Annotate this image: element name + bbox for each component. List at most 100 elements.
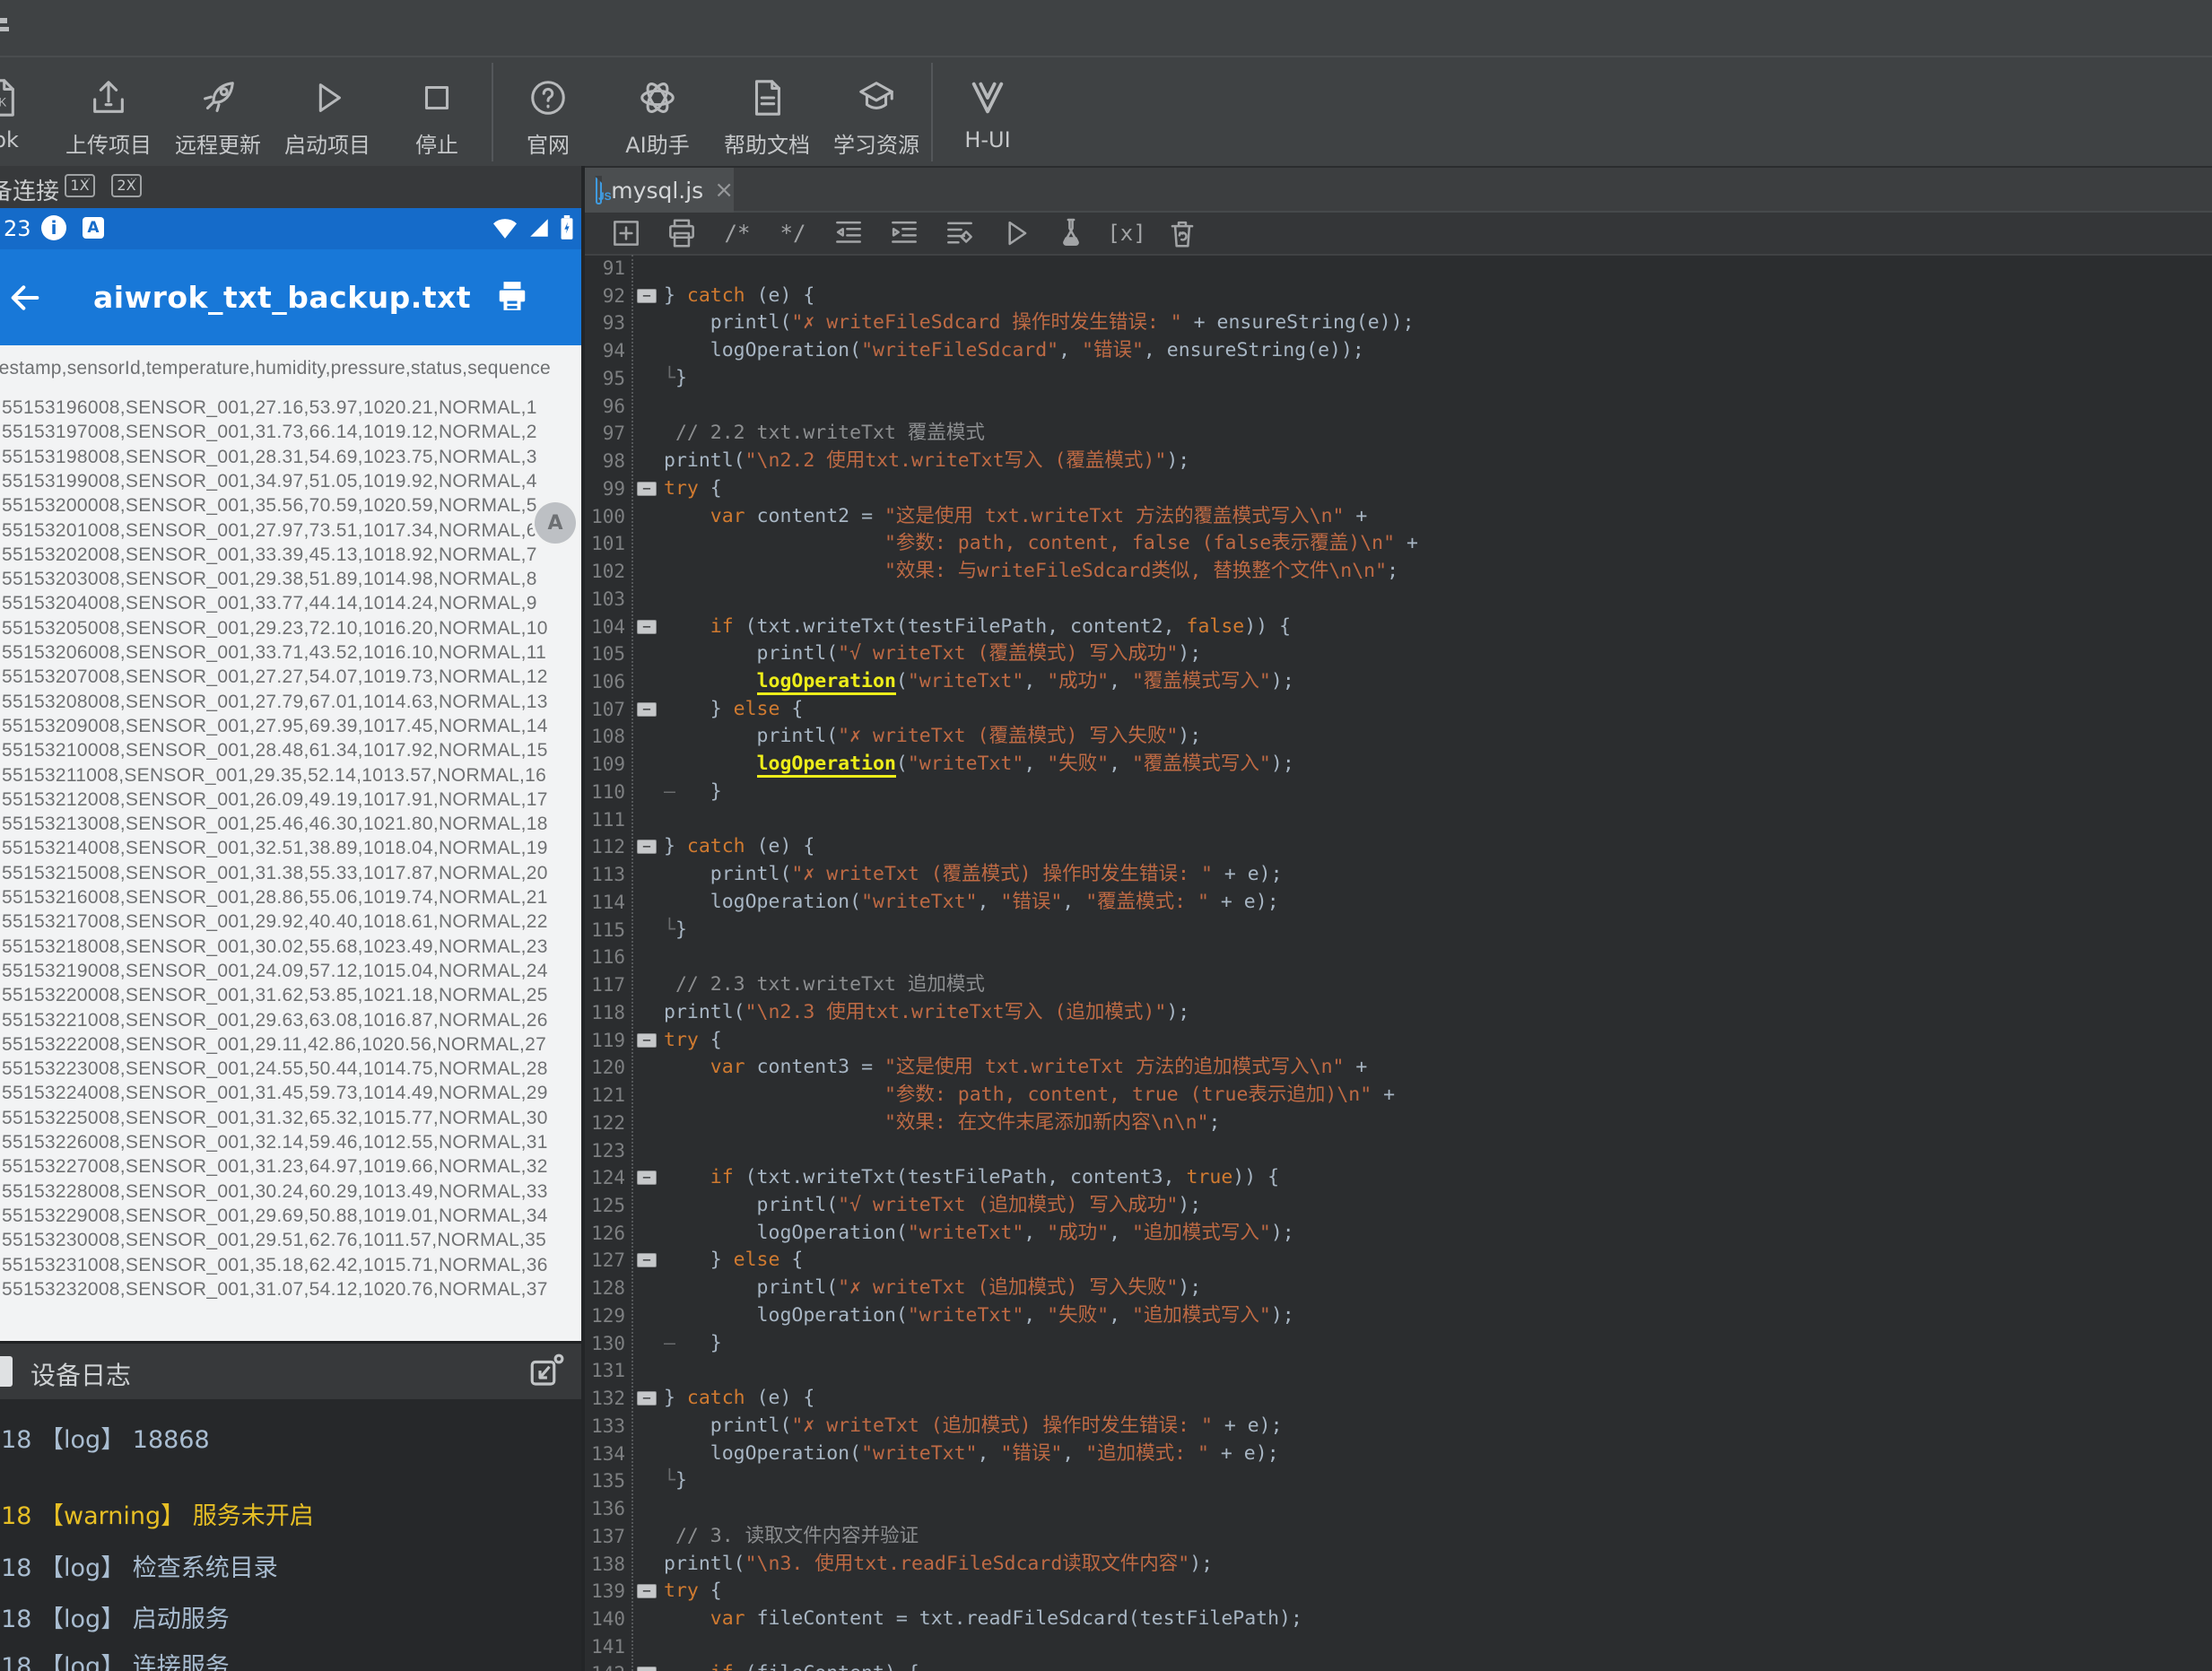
code-line[interactable]: 127− } else {: [585, 1247, 2212, 1275]
code-line[interactable]: 129 logOperation("writeTxt", "失败", "追加模式…: [585, 1302, 2212, 1330]
code-line[interactable]: 141: [585, 1633, 2212, 1661]
code-line[interactable]: 134 logOperation("writeTxt", "错误", "追加模式…: [585, 1440, 2212, 1468]
fold-marker-icon[interactable]: −: [637, 840, 657, 855]
code-line[interactable]: 137 // 3. 读取文件内容并验证: [585, 1523, 2212, 1551]
new-file-button[interactable]: [608, 215, 644, 251]
code-line[interactable]: 131: [585, 1357, 2212, 1385]
code-line[interactable]: 117 // 2.3 txt.writeTxt 追加模式: [585, 971, 2212, 999]
learning-resources-button[interactable]: 学习资源: [822, 57, 931, 163]
code-line[interactable]: 115 └}: [585, 917, 2212, 944]
tab-close-icon[interactable]: ×: [714, 178, 734, 202]
code-line[interactable]: 110 – }: [585, 779, 2212, 806]
device-log-panel[interactable]: :18 【log】 18868:18 【warning】 服务未开启:18 【l…: [0, 1399, 581, 1671]
code-text: logOperation("writeTxt", "失败", "追加模式写入")…: [664, 1303, 1294, 1327]
code-line[interactable]: 96: [585, 393, 2212, 421]
code-line[interactable]: 125 printl("√ writeTxt (追加模式) 写入成功");: [585, 1192, 2212, 1220]
code-line[interactable]: 120 var content3 = "这是使用 txt.writeTxt 方法…: [585, 1054, 2212, 1082]
code-area[interactable]: 91 92−} catch (e) {93 printl("✗ writeFile…: [585, 255, 2212, 1671]
code-line[interactable]: 113 printl("✗ writeTxt (覆盖模式) 操作时发生错误: "…: [585, 861, 2212, 889]
code-line[interactable]: 92−} catch (e) {: [585, 283, 2212, 310]
tab-mysql-js[interactable]: JS mysql.js ×: [585, 168, 734, 213]
fold-marker-icon[interactable]: −: [637, 481, 657, 496]
code-line[interactable]: 94 logOperation("writeFileSdcard", "错误",…: [585, 337, 2212, 365]
code-line[interactable]: 104− if (txt.writeTxt(testFilePath, cont…: [585, 614, 2212, 641]
code-line[interactable]: 106 logOperation("writeTxt", "成功", "覆盖模式…: [585, 668, 2212, 696]
apk-button[interactable]: PK apk: [0, 57, 54, 163]
code-line[interactable]: 93 printl("✗ writeFileSdcard 操作时发生错误: " …: [585, 309, 2212, 337]
format-code-button[interactable]: [942, 215, 978, 251]
code-line[interactable]: 91: [585, 255, 2212, 283]
code-line[interactable]: 130 – }: [585, 1330, 2212, 1358]
code-line[interactable]: 133 printl("✗ writeTxt (追加模式) 操作时发生错误: "…: [585, 1413, 2212, 1440]
code-line[interactable]: 136: [585, 1495, 2212, 1523]
fold-marker-icon[interactable]: −: [637, 288, 657, 303]
fold-marker-icon[interactable]: −: [637, 1032, 657, 1048]
line-number: 98: [602, 450, 625, 473]
scroll-lock-icon[interactable]: [0, 1356, 13, 1387]
clear-button[interactable]: [1164, 215, 1200, 251]
code-line[interactable]: 107− } else {: [585, 696, 2212, 724]
code-line[interactable]: 105 printl("√ writeTxt (覆盖模式) 写入成功");: [585, 640, 2212, 668]
code-line[interactable]: 121 "参数: path, content, true (true表示追加)\…: [585, 1082, 2212, 1110]
upload-project-button[interactable]: 上传项目: [54, 57, 163, 163]
run-button[interactable]: [997, 215, 1033, 251]
code-line[interactable]: 97 // 2.2 txt.writeTxt 覆盖模式: [585, 420, 2212, 448]
indent-button[interactable]: [886, 215, 922, 251]
line-number: 125: [591, 1194, 625, 1216]
variable-button[interactable]: [x]: [1107, 215, 1145, 251]
code-line[interactable]: 135 └}: [585, 1467, 2212, 1495]
code-line[interactable]: 138 printl("\n3. 使用txt.readFileSdcard读取文件…: [585, 1551, 2212, 1579]
fold-marker-icon[interactable]: −: [637, 619, 657, 634]
outdent-button[interactable]: [831, 215, 867, 251]
code-line[interactable]: 109 logOperation("writeTxt", "失败", "覆盖模式…: [585, 751, 2212, 779]
code-line[interactable]: 101 "参数: path, content, false (false表示覆盖…: [585, 530, 2212, 558]
code-line[interactable]: 108 printl("✗ writeTxt (覆盖模式) 写入失败");: [585, 723, 2212, 751]
print-button[interactable]: [664, 215, 700, 251]
code-line[interactable]: 98 printl("\n2.2 使用txt.writeTxt写入 (覆盖模式)"…: [585, 448, 2212, 475]
code-line[interactable]: 128 printl("✗ writeTxt (追加模式) 写入失败");: [585, 1275, 2212, 1302]
remote-update-button[interactable]: 远程更新: [163, 57, 273, 163]
popout-icon[interactable]: [527, 1353, 565, 1390]
scale-2x-button[interactable]: 2X ··: [111, 173, 142, 197]
phone-mirror[interactable]: 23 i A aiwrok_txt_backup.txt timestamp,s…: [0, 208, 581, 1510]
help-docs-button[interactable]: 帮助文档: [712, 57, 822, 163]
fold-marker-icon[interactable]: −: [637, 1667, 657, 1671]
fold-marker-icon[interactable]: −: [637, 1584, 657, 1599]
code-line[interactable]: 116: [585, 944, 2212, 971]
start-project-button[interactable]: 启动项目: [273, 57, 382, 163]
code-line[interactable]: 95 └}: [585, 365, 2212, 393]
assistive-ball-icon[interactable]: A: [532, 500, 579, 546]
fold-marker-icon[interactable]: −: [637, 1171, 657, 1186]
comment-open-button[interactable]: /*: [719, 215, 755, 251]
code-line[interactable]: 111: [585, 806, 2212, 834]
comment-close-button[interactable]: */: [775, 215, 811, 251]
code-line[interactable]: 122 "效果: 在文件末尾添加新内容\n\n";: [585, 1110, 2212, 1137]
csv-viewer[interactable]: timestamp,sensorId,temperature,humidity,…: [0, 345, 581, 1341]
code-line[interactable]: 102 "效果: 与writeFileSdcard类似, 替换整个文件\n\n"…: [585, 558, 2212, 586]
test-button[interactable]: [1053, 215, 1089, 251]
code-line[interactable]: 99− try {: [585, 475, 2212, 503]
code-line[interactable]: 118 printl("\n2.3 使用txt.writeTxt写入 (追加模式)…: [585, 999, 2212, 1027]
fold-marker-icon[interactable]: −: [637, 1391, 657, 1406]
code-line[interactable]: 140 var fileContent = txt.readFileSdcard…: [585, 1606, 2212, 1633]
code-line[interactable]: 124− if (txt.writeTxt(testFilePath, cont…: [585, 1164, 2212, 1192]
code-line[interactable]: 103: [585, 586, 2212, 614]
print-icon[interactable]: [495, 279, 529, 313]
fold-marker-icon[interactable]: −: [637, 701, 657, 717]
code-line[interactable]: 126 logOperation("writeTxt", "成功", "追加模式…: [585, 1220, 2212, 1248]
code-line[interactable]: 132−} catch (e) {: [585, 1385, 2212, 1413]
scale-1x-button[interactable]: 1X ··: [65, 173, 95, 197]
ai-assistant-button[interactable]: AI助手: [603, 57, 712, 163]
code-line[interactable]: 100 var content2 = "这是使用 txt.writeTxt 方法…: [585, 503, 2212, 531]
code-line[interactable]: 112−} catch (e) {: [585, 833, 2212, 861]
stop-button[interactable]: 停止: [382, 57, 492, 163]
official-site-button[interactable]: 官网: [493, 57, 603, 163]
code-line[interactable]: 139− try {: [585, 1578, 2212, 1606]
code-line[interactable]: 114 logOperation("writeTxt", "错误", "覆盖模式…: [585, 889, 2212, 917]
code-line[interactable]: 142 − if (fileContent) {: [585, 1660, 2212, 1671]
fold-marker-icon[interactable]: −: [637, 1253, 657, 1268]
back-arrow-icon[interactable]: [7, 280, 43, 316]
code-line[interactable]: 119− try {: [585, 1027, 2212, 1055]
h-ui-button[interactable]: H-UI: [933, 57, 1042, 163]
code-line[interactable]: 123: [585, 1137, 2212, 1165]
